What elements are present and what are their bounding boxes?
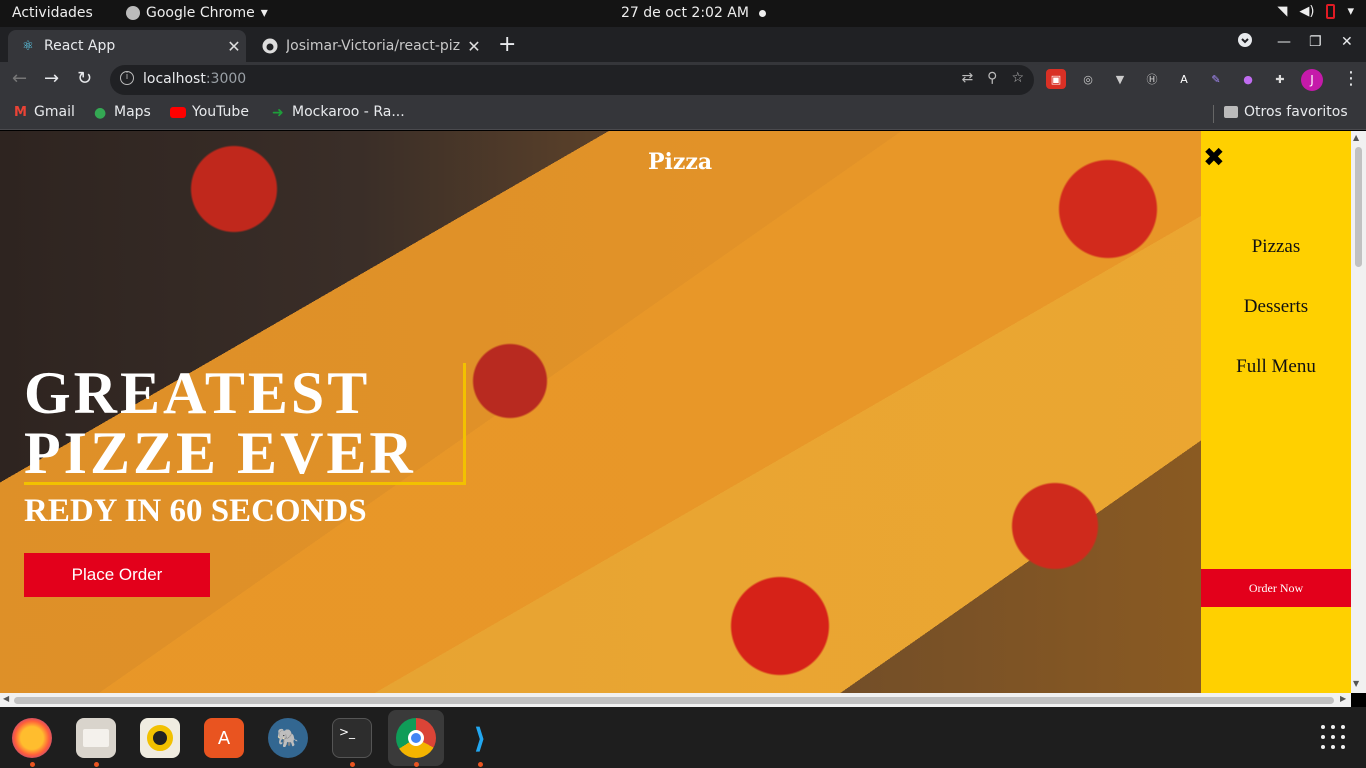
- extension-blob-icon[interactable]: ●: [1238, 69, 1258, 89]
- close-tab-icon[interactable]: ✕: [462, 37, 486, 56]
- tab-search-icon[interactable]: [1237, 32, 1253, 52]
- tab-github[interactable]: Josimar-Victoria/react-piz ✕: [250, 30, 486, 62]
- extension-a-icon[interactable]: A: [1174, 69, 1194, 89]
- tab-strip: ⚛ React App ✕ Josimar-Victoria/react-piz…: [0, 27, 1366, 62]
- battery-icon: [1326, 4, 1336, 19]
- scroll-right-icon[interactable]: ▶: [1340, 694, 1346, 703]
- software-icon[interactable]: A: [204, 718, 244, 758]
- app-menu[interactable]: Google Chrome ▾: [126, 5, 268, 21]
- extension-h-icon[interactable]: Ⓗ: [1142, 69, 1162, 89]
- restore-icon[interactable]: ❐: [1309, 34, 1322, 50]
- vscode-icon[interactable]: ⟩: [460, 718, 500, 758]
- system-tray[interactable]: ◥ ◀) ▾: [1277, 4, 1354, 19]
- address-bar[interactable]: i localhost:3000 ⇄ ⚲ ☆: [110, 65, 1034, 95]
- taskbar-dock: A 🐘 >_ ⟩: [0, 707, 1366, 768]
- running-indicator: [478, 762, 483, 767]
- app-name: Google Chrome: [146, 5, 255, 21]
- browser-toolbar: ← → ↻ i localhost:3000 ⇄ ⚲ ☆ ▣ ◎ ▼ Ⓗ A ✎…: [0, 62, 1366, 98]
- clock[interactable]: 27 de oct 2:02 AM: [621, 5, 749, 21]
- back-button[interactable]: ←: [12, 68, 27, 89]
- tab-title: Josimar-Victoria/react-piz: [286, 38, 461, 54]
- chrome-menu-icon[interactable]: ⋮: [1342, 68, 1360, 89]
- new-tab-button[interactable]: +: [498, 32, 516, 57]
- notification-dot: [759, 10, 766, 17]
- hero-pizza-background: Pizza GREATEST PIZZE EVER REDY IN 60 SEC…: [0, 131, 1201, 693]
- site-logo[interactable]: Pizza: [648, 149, 712, 175]
- github-icon: [262, 38, 278, 54]
- react-icon: ⚛: [22, 38, 34, 54]
- firefox-icon[interactable]: [12, 718, 52, 758]
- place-order-button[interactable]: Place Order: [24, 553, 210, 597]
- bookmark-mockaroo[interactable]: ➜ Mockaroo - Ra...: [272, 104, 405, 121]
- files-icon[interactable]: [76, 718, 116, 758]
- reload-button[interactable]: ↻: [77, 68, 92, 89]
- activities-button[interactable]: Actividades: [12, 5, 93, 21]
- hero-subheadline: REDY IN 60 SECONDS: [24, 493, 367, 529]
- terminal-icon[interactable]: >_: [332, 718, 372, 758]
- bookmarks-bar: M Gmail ● Maps YouTube ➜ Mockaroo - Ra..…: [0, 98, 1366, 130]
- rhythmbox-icon[interactable]: [140, 718, 180, 758]
- vue-devtools-icon[interactable]: ▼: [1110, 69, 1130, 89]
- order-now-button[interactable]: Order Now: [1201, 569, 1351, 607]
- menu-item-pizzas[interactable]: Pizzas: [1201, 236, 1351, 258]
- url-text: localhost:3000: [143, 71, 247, 87]
- bookmark-maps[interactable]: ● Maps: [94, 104, 151, 121]
- close-tab-icon[interactable]: ✕: [222, 37, 246, 56]
- system-top-bar: Actividades Google Chrome ▾ 27 de oct 2:…: [0, 0, 1366, 27]
- volume-icon: ◀): [1299, 4, 1315, 19]
- wifi-icon: ◥: [1277, 4, 1288, 19]
- running-indicator: [30, 762, 35, 767]
- gmail-icon: M: [14, 105, 27, 120]
- extension-icon[interactable]: ▣: [1046, 69, 1066, 89]
- close-window-icon[interactable]: ✕: [1341, 34, 1353, 50]
- maps-icon: ●: [94, 105, 107, 121]
- bookmarks-divider: [1213, 105, 1214, 123]
- folder-icon: [1224, 106, 1238, 118]
- minimize-icon[interactable]: —: [1277, 34, 1291, 50]
- forward-button[interactable]: →: [44, 68, 59, 89]
- extension-target-icon[interactable]: ◎: [1078, 69, 1098, 89]
- zoom-icon[interactable]: ⚲: [987, 70, 997, 86]
- mockaroo-icon: ➜: [272, 105, 284, 121]
- chrome-icon[interactable]: [396, 718, 436, 758]
- horizontal-scrollbar[interactable]: ◀ ▶: [0, 693, 1351, 707]
- bookmark-youtube[interactable]: YouTube: [170, 104, 249, 120]
- extensions-puzzle-icon[interactable]: ✚: [1270, 69, 1290, 89]
- scroll-up-icon[interactable]: ▲: [1353, 133, 1359, 142]
- running-indicator: [414, 762, 419, 767]
- show-applications-icon[interactable]: [1321, 725, 1345, 749]
- chevron-down-icon: ▾: [1347, 4, 1354, 19]
- horizontal-scroll-thumb[interactable]: [14, 697, 1334, 704]
- site-info-icon[interactable]: i: [120, 71, 134, 85]
- vertical-scroll-thumb[interactable]: [1355, 147, 1362, 267]
- running-indicator: [350, 762, 355, 767]
- translate-icon[interactable]: ⇄: [961, 70, 973, 86]
- menu-item-desserts[interactable]: Desserts: [1201, 296, 1351, 318]
- other-bookmarks-folder[interactable]: Otros favoritos: [1224, 104, 1348, 120]
- scroll-left-icon[interactable]: ◀: [3, 694, 9, 703]
- menu-item-full-menu[interactable]: Full Menu: [1201, 356, 1351, 378]
- tab-react-app[interactable]: ⚛ React App ✕: [8, 30, 246, 62]
- youtube-icon: [170, 106, 186, 118]
- close-icon[interactable]: ✖: [1203, 143, 1225, 173]
- color-picker-icon[interactable]: ✎: [1206, 69, 1226, 89]
- scroll-down-icon[interactable]: ▼: [1353, 679, 1359, 688]
- running-indicator: [94, 762, 99, 767]
- vertical-scrollbar[interactable]: ▲ ▼: [1351, 131, 1366, 693]
- headline-line-1: GREATEST: [24, 360, 371, 426]
- headline-line-2: PIZZE EVER: [24, 420, 416, 486]
- bookmark-star-icon[interactable]: ☆: [1011, 70, 1024, 86]
- chrome-icon: [126, 6, 140, 20]
- side-menu: ✖ Pizzas Desserts Full Menu Order Now: [1201, 131, 1351, 693]
- bookmark-gmail[interactable]: M Gmail: [14, 104, 75, 120]
- chevron-down-icon: ▾: [260, 5, 268, 21]
- profile-avatar[interactable]: J: [1301, 69, 1323, 91]
- page-viewport: Pizza GREATEST PIZZE EVER REDY IN 60 SEC…: [0, 131, 1366, 707]
- hero-headline: GREATEST PIZZE EVER: [24, 363, 466, 485]
- tab-title: React App: [44, 38, 116, 54]
- postgres-icon[interactable]: 🐘: [268, 718, 308, 758]
